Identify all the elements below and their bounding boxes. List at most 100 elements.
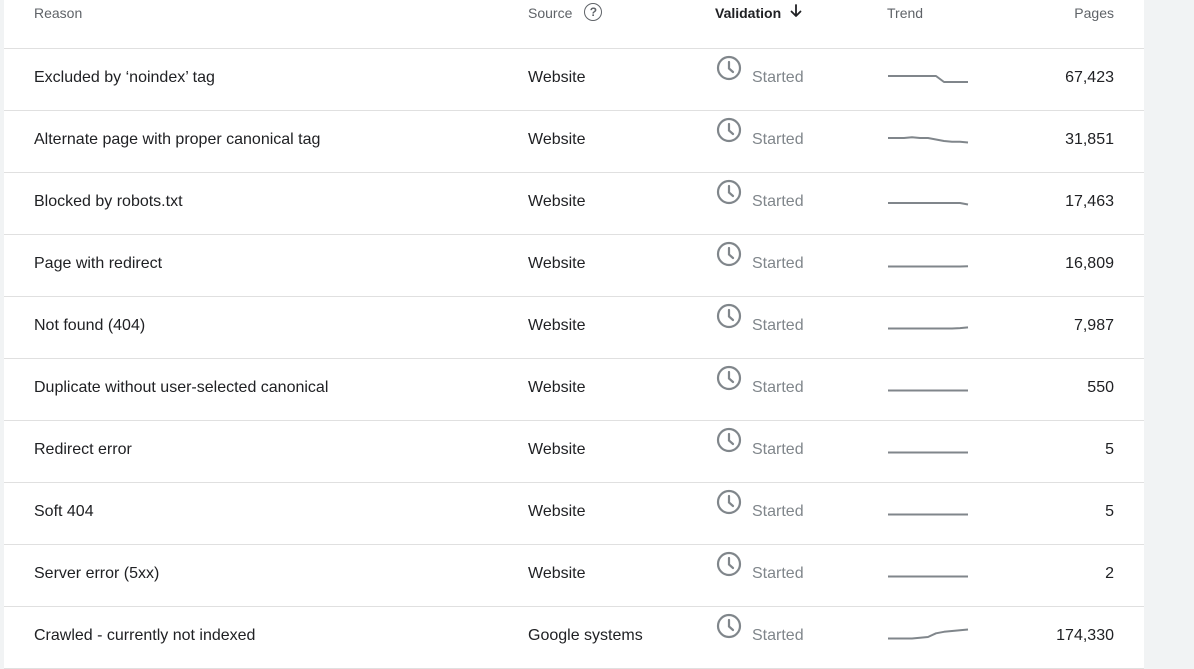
pages-count: 5 bbox=[1105, 441, 1114, 458]
source-label: Website bbox=[528, 255, 586, 272]
pages-cell: 16,809 bbox=[1065, 235, 1114, 296]
source-cell: Website bbox=[528, 49, 586, 110]
reason-label: Redirect error bbox=[34, 441, 132, 458]
table-row[interactable]: Page with redirect Website Started 16,809 bbox=[4, 235, 1144, 297]
trend-sparkline bbox=[888, 628, 969, 640]
clock-icon bbox=[716, 172, 742, 229]
source-label: Website bbox=[528, 131, 586, 148]
validation-status: Started bbox=[752, 627, 804, 644]
trend-sparkline bbox=[888, 201, 969, 206]
column-header-reason[interactable]: Reason bbox=[34, 0, 82, 26]
clock-icon bbox=[716, 482, 742, 539]
pages-cell: 5 bbox=[1105, 421, 1114, 482]
trend-sparkline bbox=[888, 389, 968, 392]
source-cell: Website bbox=[528, 173, 586, 234]
reason-label: Blocked by robots.txt bbox=[34, 193, 183, 210]
source-cell: Website bbox=[528, 421, 586, 482]
clock-icon bbox=[716, 110, 742, 167]
column-header-trend: Trend bbox=[887, 5, 924, 21]
source-label: Website bbox=[528, 193, 586, 210]
pages-cell: 2 bbox=[1105, 545, 1114, 606]
trend-sparkline bbox=[888, 136, 969, 144]
source-cell: Website bbox=[528, 111, 586, 172]
validation-status: Started bbox=[752, 503, 804, 520]
source-cell: Website bbox=[528, 545, 586, 606]
source-label: Website bbox=[528, 565, 586, 582]
source-label: Website bbox=[528, 317, 586, 334]
table-row[interactable]: Soft 404 Website Started 5 bbox=[4, 483, 1144, 545]
pages-cell: 550 bbox=[1087, 359, 1114, 420]
validation-cell: Started bbox=[716, 545, 804, 606]
source-cell: Website bbox=[528, 297, 586, 358]
trend-cell bbox=[887, 421, 969, 482]
pages-count: 17,463 bbox=[1065, 193, 1114, 210]
reason-cell: Blocked by robots.txt bbox=[34, 173, 183, 234]
trend-cell bbox=[887, 359, 969, 420]
reason-cell: Excluded by ‘noindex’ tag bbox=[34, 49, 215, 110]
validation-status: Started bbox=[752, 317, 804, 334]
trend-cell bbox=[887, 49, 969, 110]
trend-cell bbox=[887, 111, 969, 172]
reason-label: Server error (5xx) bbox=[34, 565, 160, 582]
column-header-pages[interactable]: Pages bbox=[1074, 0, 1114, 26]
reason-cell: Alternate page with proper canonical tag bbox=[34, 111, 320, 172]
clock-icon bbox=[716, 544, 742, 601]
trend-cell bbox=[887, 483, 969, 544]
table-row[interactable]: Blocked by robots.txt Website Started 17,46… bbox=[4, 173, 1144, 235]
table-row[interactable]: Server error (5xx) Website Started 2 bbox=[4, 545, 1144, 607]
reason-label: Duplicate without user-selected canonica… bbox=[34, 379, 329, 396]
reason-label: Page with redirect bbox=[34, 255, 163, 272]
help-circle-icon[interactable]: ? bbox=[584, 3, 603, 22]
reason-cell: Duplicate without user-selected canonica… bbox=[34, 359, 328, 420]
column-header-validation[interactable]: Validation bbox=[715, 0, 803, 26]
validation-cell: Started bbox=[716, 235, 804, 296]
reason-label: Soft 404 bbox=[34, 503, 94, 520]
pages-cell: 7,987 bbox=[1074, 297, 1114, 358]
source-label: Website bbox=[528, 379, 586, 396]
validation-cell: Started bbox=[716, 607, 804, 668]
validation-cell: Started bbox=[716, 483, 804, 544]
table-row[interactable]: Alternate page with proper canonical tag… bbox=[4, 111, 1144, 173]
table-row[interactable]: Crawled - currently not indexed Google sy… bbox=[4, 607, 1144, 669]
validation-cell: Started bbox=[716, 49, 804, 110]
trend-sparkline bbox=[888, 575, 968, 578]
table-row[interactable]: Excluded by ‘noindex’ tag Website Started 6… bbox=[4, 49, 1144, 111]
reason-cell: Redirect error bbox=[34, 421, 132, 482]
reason-label: Crawled - currently not indexed bbox=[34, 627, 256, 644]
validation-status: Started bbox=[752, 441, 804, 458]
pages-cell: 5 bbox=[1105, 483, 1114, 544]
source-cell: Website bbox=[528, 359, 586, 420]
pages-count: 2 bbox=[1105, 565, 1114, 582]
validation-cell: Started bbox=[716, 297, 804, 358]
validation-status: Started bbox=[752, 131, 804, 148]
validation-cell: Started bbox=[716, 359, 804, 420]
validation-status: Started bbox=[752, 379, 804, 396]
pages-cell: 31,851 bbox=[1065, 111, 1114, 172]
validation-cell: Started bbox=[716, 421, 804, 482]
trend-cell bbox=[887, 297, 969, 358]
reason-cell: Server error (5xx) bbox=[34, 545, 159, 606]
reason-label: Alternate page with proper canonical tag bbox=[34, 131, 321, 148]
reason-label: Not found (404) bbox=[34, 317, 146, 334]
trend-sparkline bbox=[888, 513, 968, 516]
validation-cell: Started bbox=[716, 111, 804, 172]
table-row[interactable]: Not found (404) Website Started 7,987 bbox=[4, 297, 1144, 359]
validation-status: Started bbox=[752, 69, 804, 86]
source-label: Google systems bbox=[528, 627, 643, 644]
validation-status: Started bbox=[752, 255, 804, 272]
trend-cell bbox=[887, 545, 969, 606]
trend-sparkline bbox=[888, 451, 968, 454]
trend-sparkline bbox=[888, 326, 969, 330]
column-header-source[interactable]: Source? bbox=[528, 0, 603, 26]
clock-icon bbox=[716, 234, 742, 291]
clock-icon bbox=[716, 358, 742, 415]
source-cell: Google systems bbox=[528, 607, 643, 668]
clock-icon bbox=[716, 606, 742, 663]
pages-count: 67,423 bbox=[1065, 69, 1114, 86]
table-row[interactable]: Redirect error Website Started 5 bbox=[4, 421, 1144, 483]
table-row[interactable]: Duplicate without user-selected canonica… bbox=[4, 359, 1144, 421]
reason-cell: Page with redirect bbox=[34, 235, 162, 296]
pages-cell: 17,463 bbox=[1065, 173, 1114, 234]
trend-cell bbox=[887, 173, 969, 234]
pages-count: 7,987 bbox=[1073, 317, 1114, 334]
